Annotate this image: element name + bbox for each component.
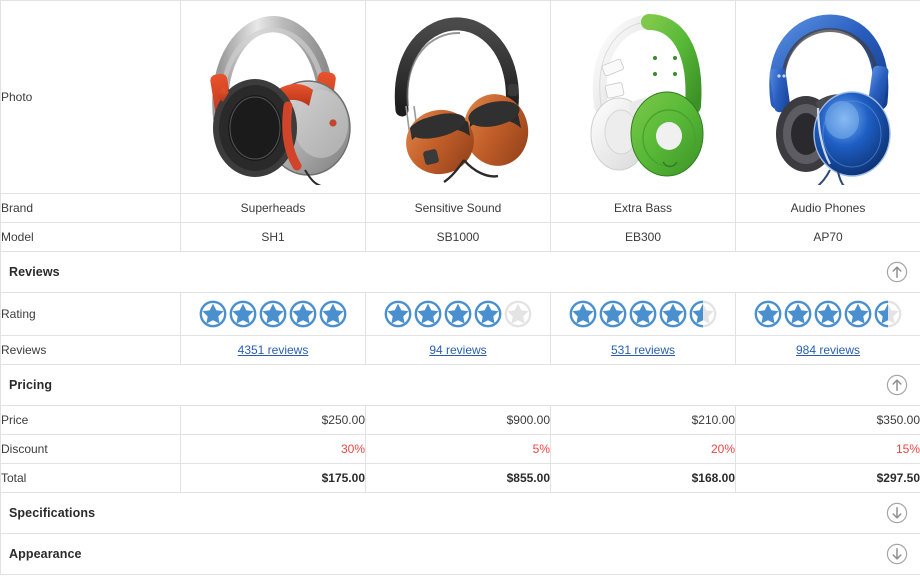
star-rating-2 [551,293,735,335]
row-label-brand: Brand [0,193,181,223]
star-icon [569,300,597,328]
discount-row: Discount 30% 5% 20% 15% [0,434,920,464]
brand-value-0: Superheads [180,193,366,223]
star-icon [784,300,812,328]
product-comparison-page: Photo Brand Superheads Sensitive Sound E… [0,0,920,583]
total-value-2: $168.00 [550,463,736,493]
arrow-up-circle-icon[interactable] [886,261,908,283]
section-title-pricing: Pricing [9,378,53,392]
reviews-row: Reviews 4351 reviews 94 reviews 531 revi… [0,335,920,365]
model-value-0: SH1 [180,222,366,252]
star-rating-3 [736,293,920,335]
black-orange-headphones-photo [366,1,550,193]
total-value-3: $297.50 [735,463,920,493]
rating-cell-0 [180,292,366,336]
star-icon [474,300,502,328]
star-icon [444,300,472,328]
star-icon [504,300,532,328]
row-label-price: Price [0,405,181,435]
product-photo-cell-3[interactable] [735,0,920,194]
row-label-total: Total [0,463,181,493]
total-row: Total $175.00 $855.00 $168.00 $297.50 [0,463,920,493]
section-header-specifications-cell[interactable]: Specifications [0,492,920,534]
star-icon [259,300,287,328]
star-icon [874,300,902,328]
brand-value-3: Audio Phones [735,193,920,223]
rating-cell-3 [735,292,920,336]
price-value-2: $210.00 [550,405,736,435]
discount-value-0: 30% [180,434,366,464]
product-photo-cell-1[interactable] [365,0,551,194]
reviews-link-2[interactable]: 531 reviews [611,343,675,357]
section-header-specifications[interactable]: Specifications [0,492,920,534]
section-title-appearance: Appearance [9,547,82,561]
model-value-1: SB1000 [365,222,551,252]
star-icon [629,300,657,328]
row-label-reviews: Reviews [0,335,181,365]
star-icon [599,300,627,328]
section-header-pricing[interactable]: Pricing [0,364,920,406]
star-icon [659,300,687,328]
total-value-1: $855.00 [365,463,551,493]
photo-row: Photo [0,0,920,194]
price-row: Price $250.00 $900.00 $210.00 $350.00 [0,405,920,435]
star-icon [414,300,442,328]
rating-cell-2 [550,292,736,336]
blue-headphones-photo [736,1,920,193]
silver-red-headphones-photo [181,1,365,193]
reviews-link-cell-3[interactable]: 984 reviews [735,335,920,365]
reviews-link-cell-0[interactable]: 4351 reviews [180,335,366,365]
total-value-0: $175.00 [180,463,366,493]
reviews-link-cell-1[interactable]: 94 reviews [365,335,551,365]
section-header-reviews-cell[interactable]: Reviews [0,251,920,293]
discount-value-3: 15% [735,434,920,464]
comparison-table: Photo Brand Superheads Sensitive Sound E… [0,0,920,575]
reviews-link-cell-2[interactable]: 531 reviews [550,335,736,365]
section-header-appearance-cell[interactable]: Appearance [0,533,920,575]
row-label-photo: Photo [0,0,181,194]
section-header-reviews[interactable]: Reviews [0,251,920,293]
arrow-up-circle-icon[interactable] [886,374,908,396]
brand-value-2: Extra Bass [550,193,736,223]
arrow-down-circle-icon[interactable] [886,502,908,524]
section-header-pricing-cell[interactable]: Pricing [0,364,920,406]
brand-value-1: Sensitive Sound [365,193,551,223]
star-icon [689,300,717,328]
section-title-specifications: Specifications [9,506,96,520]
star-icon [844,300,872,328]
star-icon [319,300,347,328]
product-photo-cell-2[interactable] [550,0,736,194]
model-value-3: AP70 [735,222,920,252]
reviews-link-3[interactable]: 984 reviews [796,343,860,357]
star-icon [289,300,317,328]
model-row: Model SH1 SB1000 EB300 AP70 [0,222,920,252]
star-icon [384,300,412,328]
star-icon [754,300,782,328]
star-rating-1 [366,293,550,335]
star-icon [229,300,257,328]
discount-value-2: 20% [550,434,736,464]
green-white-headphones-photo [551,1,735,193]
star-icon [199,300,227,328]
product-photo-cell-0[interactable] [180,0,366,194]
row-label-model: Model [0,222,181,252]
star-icon [814,300,842,328]
section-title-reviews: Reviews [9,265,60,279]
discount-value-1: 5% [365,434,551,464]
reviews-link-1[interactable]: 94 reviews [429,343,486,357]
star-rating-0 [181,293,365,335]
row-label-discount: Discount [0,434,181,464]
model-value-2: EB300 [550,222,736,252]
price-value-1: $900.00 [365,405,551,435]
row-label-rating: Rating [0,292,181,336]
price-value-0: $250.00 [180,405,366,435]
section-header-appearance[interactable]: Appearance [0,533,920,575]
rating-cell-1 [365,292,551,336]
rating-row: Rating [0,292,920,336]
price-value-3: $350.00 [735,405,920,435]
reviews-link-0[interactable]: 4351 reviews [238,343,309,357]
brand-row: Brand Superheads Sensitive Sound Extra B… [0,193,920,223]
arrow-down-circle-icon[interactable] [886,543,908,565]
